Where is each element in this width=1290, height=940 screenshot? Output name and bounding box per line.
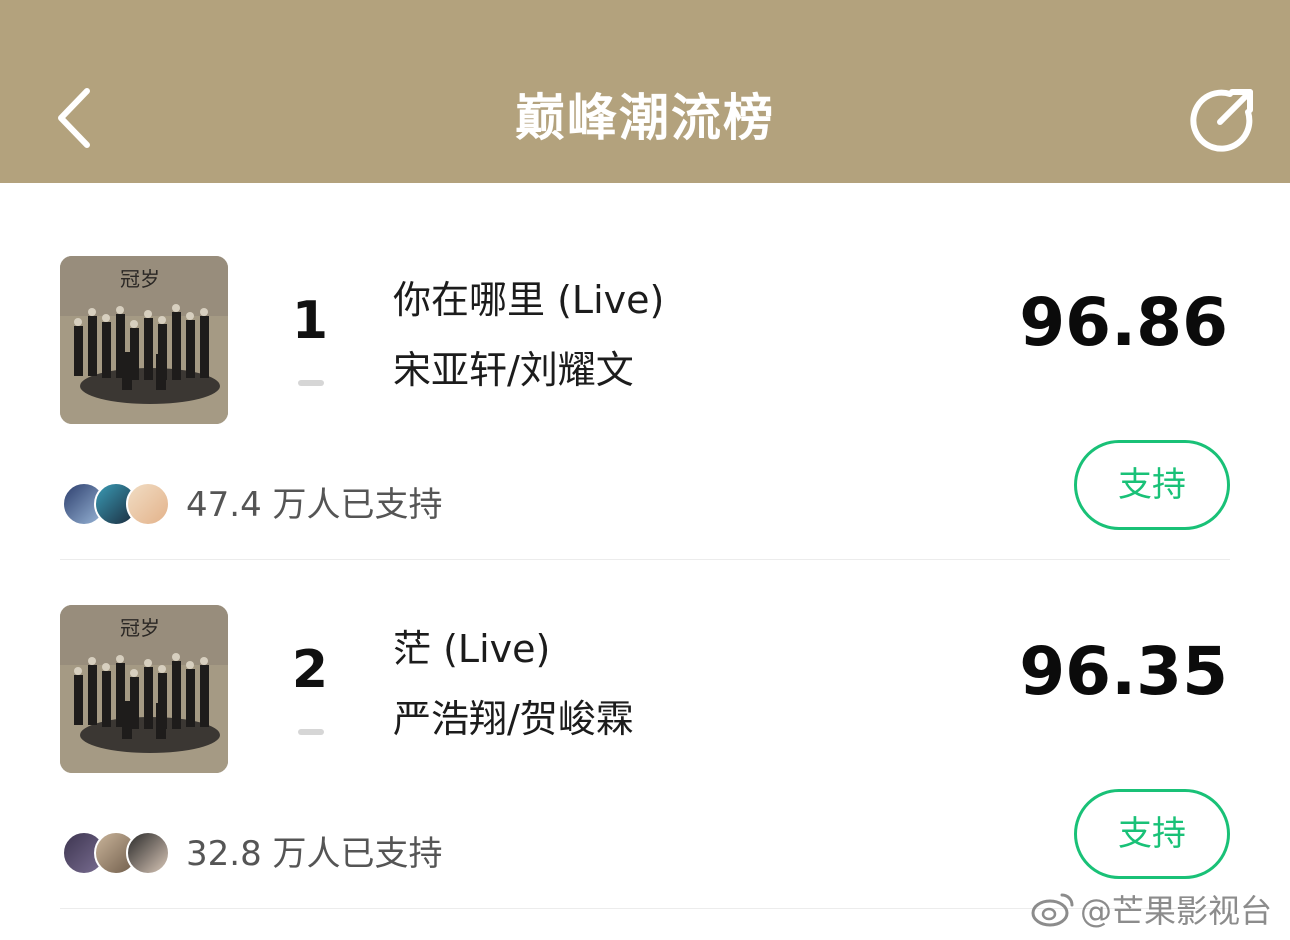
song-artist[interactable]: 严浩翔/贺峻霖 (393, 694, 634, 744)
album-cover[interactable]: 冠岁 (60, 605, 228, 773)
avatar (126, 831, 170, 875)
song-artist[interactable]: 宋亚轩/刘耀文 (393, 345, 634, 395)
support-count: 32.8 万人已支持 (186, 834, 443, 874)
share-button[interactable] (1186, 82, 1260, 156)
avatar (126, 482, 170, 526)
support-button[interactable]: 支持 (1074, 440, 1230, 530)
rank-unchanged-indicator (298, 729, 324, 735)
support-count: 47.4 万人已支持 (186, 485, 443, 525)
weibo-logo-icon (1031, 893, 1074, 927)
song-title[interactable]: 你在哪里 (Live) (393, 275, 664, 325)
album-art-image: 冠岁 (60, 605, 228, 773)
top-bar: 巅峰潮流榜 (0, 0, 1290, 183)
cover-text: 冠岁 (120, 267, 160, 291)
rank-unchanged-indicator (298, 380, 324, 386)
album-art-image: 冠岁 (60, 256, 228, 424)
rank-number: 2 (291, 640, 329, 700)
chart-entry[interactable]: 冠岁 1 你在哪里 (Live) 宋亚轩/刘耀文 96.86 支持 47.4 万… (0, 183, 1290, 560)
page-title: 巅峰潮流榜 (515, 89, 775, 147)
album-cover[interactable]: 冠岁 (60, 256, 228, 424)
chart-entry[interactable]: 冠岁 2 茫 (Live) 严浩翔/贺峻霖 96.35 支持 32.8 万人已支… (0, 532, 1290, 909)
rank-number: 1 (291, 291, 329, 351)
watermark-text: @芒果影视台 (1080, 892, 1273, 930)
supporter-avatars (62, 482, 174, 528)
score: 96.86 (1019, 284, 1228, 361)
share-arrow-icon (1190, 89, 1253, 152)
cover-text: 冠岁 (120, 616, 160, 640)
weibo-watermark: @芒果影视台 (1030, 884, 1272, 934)
supporter-avatars (62, 831, 174, 877)
support-button[interactable]: 支持 (1074, 789, 1230, 879)
song-title[interactable]: 茫 (Live) (393, 624, 550, 674)
score: 96.35 (1019, 633, 1228, 710)
